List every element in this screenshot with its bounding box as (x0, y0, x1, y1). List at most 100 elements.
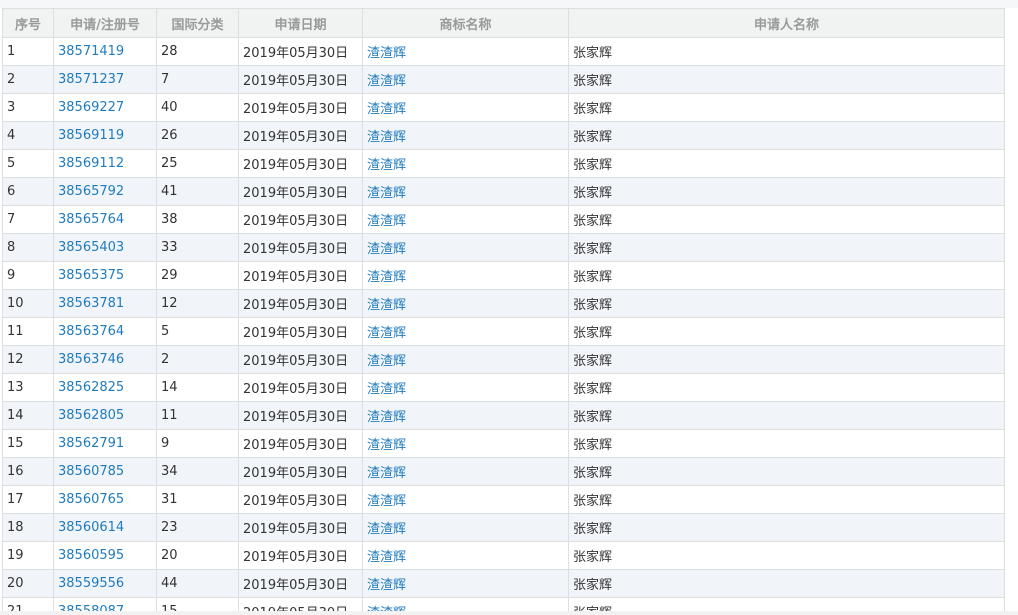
trademark-name-link[interactable]: 渣渣辉 (367, 354, 406, 369)
cell-applicant-name: 张家辉 (568, 37, 1004, 66)
cell-international-class: 38 (156, 205, 239, 234)
registration-number-link[interactable]: 38571237 (58, 72, 124, 87)
trademark-name-link[interactable]: 渣渣辉 (367, 326, 406, 341)
trademark-name-link[interactable]: 渣渣辉 (367, 102, 406, 117)
header-registration-number[interactable]: 申请/注册号 (53, 8, 157, 38)
registration-number-link[interactable]: 38559556 (58, 576, 124, 591)
cell-application-date: 2019年05月30日 (238, 121, 363, 150)
cell-international-class: 7 (156, 65, 239, 94)
registration-number-link[interactable]: 38569119 (58, 128, 124, 143)
table-cell-link: 渣渣辉 (362, 541, 569, 570)
table-cell-link: 38560765 (53, 485, 157, 514)
trademark-name-link[interactable]: 渣渣辉 (367, 186, 406, 201)
trademark-name-link[interactable]: 渣渣辉 (367, 438, 406, 453)
table-cell-link: 38569119 (53, 121, 157, 150)
table-row: 15 38562791 9 2019年05月30日 渣渣辉 张家辉 (2, 429, 1004, 458)
header-trademark-name[interactable]: 商标名称 (362, 8, 569, 38)
registration-number-link[interactable]: 38569227 (58, 100, 124, 115)
horizontal-scrollbar[interactable] (0, 611, 1018, 615)
header-international-class[interactable]: 国际分类 (156, 8, 239, 38)
table-cell-link: 渣渣辉 (362, 457, 569, 486)
registration-number-link[interactable]: 38562791 (58, 436, 124, 451)
trademark-name-link[interactable]: 渣渣辉 (367, 270, 406, 285)
trademark-name-link[interactable]: 渣渣辉 (367, 578, 406, 593)
cell-international-class: 9 (156, 429, 239, 458)
trademark-name-link[interactable]: 渣渣辉 (367, 158, 406, 173)
cell-serial-number: 18 (2, 513, 54, 542)
trademark-name-link[interactable]: 渣渣辉 (367, 550, 406, 565)
cell-serial-number: 19 (2, 541, 54, 570)
table-row: 11 38563764 5 2019年05月30日 渣渣辉 张家辉 (2, 317, 1004, 346)
registration-number-link[interactable]: 38563746 (58, 352, 124, 367)
table-row: 1 38571419 28 2019年05月30日 渣渣辉 张家辉 (2, 37, 1004, 66)
registration-number-link[interactable]: 38565375 (58, 268, 124, 283)
table-cell-link: 渣渣辉 (362, 37, 569, 66)
registration-number-link[interactable]: 38571419 (58, 44, 124, 59)
cell-international-class: 15 (156, 597, 239, 611)
trademark-table-container[interactable]: 序号 申请/注册号 国际分类 申请日期 商标名称 申请人名称 1 38571419… (2, 8, 1004, 611)
table-cell-link: 渣渣辉 (362, 429, 569, 458)
table-row: 10 38563781 12 2019年05月30日 渣渣辉 张家辉 (2, 289, 1004, 318)
cell-serial-number: 5 (2, 149, 54, 178)
registration-number-link[interactable]: 38560785 (58, 464, 124, 479)
cell-international-class: 44 (156, 569, 239, 598)
table-header-row: 序号 申请/注册号 国际分类 申请日期 商标名称 申请人名称 (2, 8, 1004, 38)
registration-number-link[interactable]: 38565403 (58, 240, 124, 255)
registration-number-link[interactable]: 38565764 (58, 212, 124, 227)
header-serial-number[interactable]: 序号 (2, 8, 54, 38)
cell-application-date: 2019年05月30日 (238, 233, 363, 262)
cell-international-class: 2 (156, 345, 239, 374)
cell-international-class: 12 (156, 289, 239, 318)
trademark-name-link[interactable]: 渣渣辉 (367, 242, 406, 257)
cell-application-date: 2019年05月30日 (238, 317, 363, 346)
trademark-name-link[interactable]: 渣渣辉 (367, 382, 406, 397)
registration-number-link[interactable]: 38565792 (58, 184, 124, 199)
registration-number-link[interactable]: 38560765 (58, 492, 124, 507)
registration-number-link[interactable]: 38563781 (58, 296, 124, 311)
table-cell-link: 38565764 (53, 205, 157, 234)
table-cell-link: 38563746 (53, 345, 157, 374)
trademark-name-link[interactable]: 渣渣辉 (367, 74, 406, 89)
table-cell-link: 渣渣辉 (362, 513, 569, 542)
cell-serial-number: 16 (2, 457, 54, 486)
table-row: 18 38560614 23 2019年05月30日 渣渣辉 张家辉 (2, 513, 1004, 542)
trademark-name-link[interactable]: 渣渣辉 (367, 410, 406, 425)
table-body: 1 38571419 28 2019年05月30日 渣渣辉 张家辉 2 38571237 7 20… (2, 37, 1004, 611)
trademark-table: 序号 申请/注册号 国际分类 申请日期 商标名称 申请人名称 1 38571419… (2, 8, 1004, 611)
registration-number-link[interactable]: 38558087 (58, 604, 124, 611)
cell-international-class: 20 (156, 541, 239, 570)
trademark-name-link[interactable]: 渣渣辉 (367, 494, 406, 509)
cell-application-date: 2019年05月30日 (238, 205, 363, 234)
table-row: 19 38560595 20 2019年05月30日 渣渣辉 张家辉 (2, 541, 1004, 570)
cell-applicant-name: 张家辉 (568, 401, 1004, 430)
registration-number-link[interactable]: 38562825 (58, 380, 124, 395)
table-cell-link: 渣渣辉 (362, 569, 569, 598)
trademark-name-link[interactable]: 渣渣辉 (367, 214, 406, 229)
cell-application-date: 2019年05月30日 (238, 457, 363, 486)
cell-serial-number: 6 (2, 177, 54, 206)
header-applicant-name[interactable]: 申请人名称 (568, 8, 1004, 38)
registration-number-link[interactable]: 38563764 (58, 324, 124, 339)
cell-application-date: 2019年05月30日 (238, 345, 363, 374)
registration-number-link[interactable]: 38560595 (58, 548, 124, 563)
registration-number-link[interactable]: 38562805 (58, 408, 124, 423)
registration-number-link[interactable]: 38560614 (58, 520, 124, 535)
table-row: 3 38569227 40 2019年05月30日 渣渣辉 张家辉 (2, 93, 1004, 122)
trademark-name-link[interactable]: 渣渣辉 (367, 522, 406, 537)
page: 序号 申请/注册号 国际分类 申请日期 商标名称 申请人名称 1 38571419… (0, 0, 1018, 615)
cell-international-class: 34 (156, 457, 239, 486)
cell-international-class: 41 (156, 177, 239, 206)
cell-application-date: 2019年05月30日 (238, 289, 363, 318)
table-cell-link: 渣渣辉 (362, 373, 569, 402)
cell-serial-number: 20 (2, 569, 54, 598)
table-cell-link: 38562805 (53, 401, 157, 430)
cell-application-date: 2019年05月30日 (238, 429, 363, 458)
cell-international-class: 26 (156, 121, 239, 150)
trademark-name-link[interactable]: 渣渣辉 (367, 298, 406, 313)
header-application-date[interactable]: 申请日期 (238, 8, 363, 38)
trademark-name-link[interactable]: 渣渣辉 (367, 466, 406, 481)
trademark-name-link[interactable]: 渣渣辉 (367, 46, 406, 61)
cell-application-date: 2019年05月30日 (238, 65, 363, 94)
registration-number-link[interactable]: 38569112 (58, 156, 124, 171)
trademark-name-link[interactable]: 渣渣辉 (367, 130, 406, 145)
